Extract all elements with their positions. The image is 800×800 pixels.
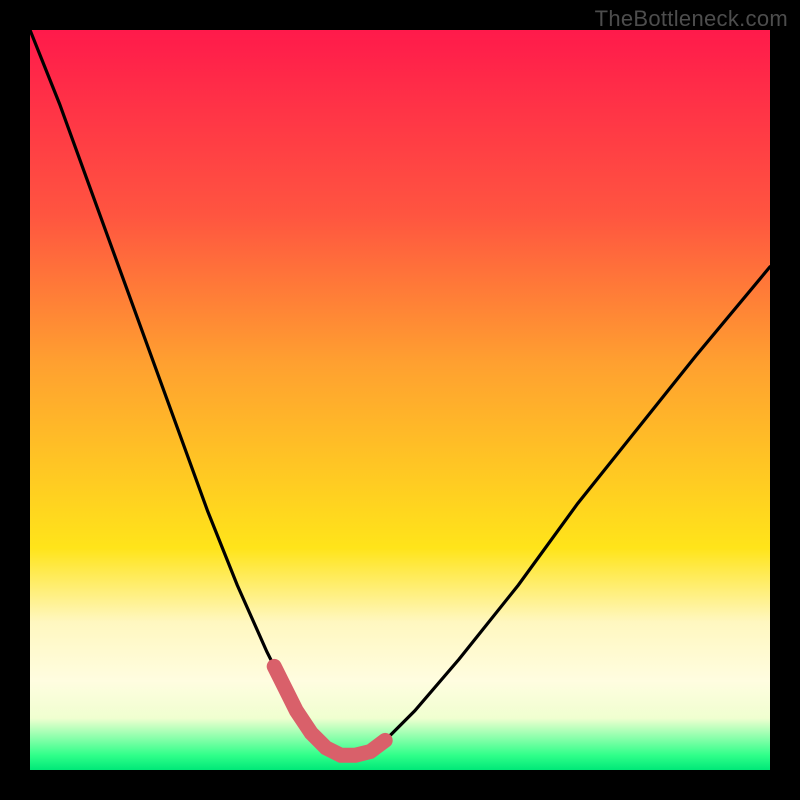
- chart-frame: TheBottleneck.com: [0, 0, 800, 800]
- plot-area: [30, 30, 770, 770]
- curve-basin-highlight: [274, 666, 385, 755]
- curve-line: [30, 30, 770, 755]
- watermark-text: TheBottleneck.com: [595, 6, 788, 32]
- bottleneck-curve: [30, 30, 770, 770]
